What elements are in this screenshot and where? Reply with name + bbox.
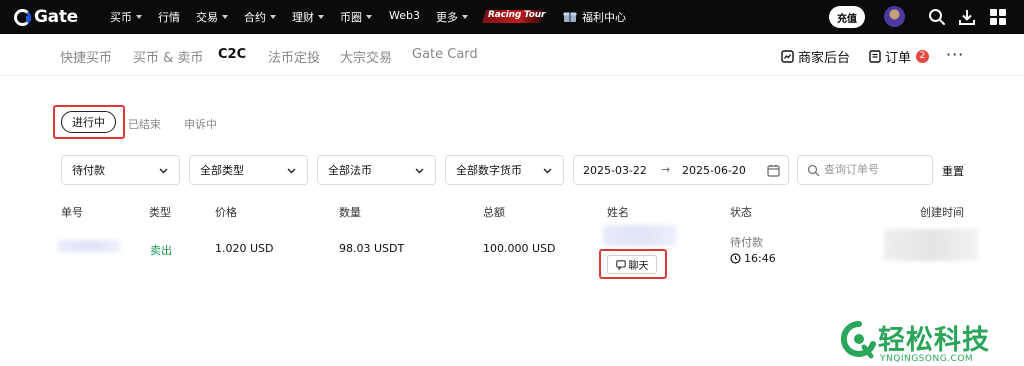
date-range-picker[interactable]: 2025-03-22 → 2025-06-20 [573, 155, 789, 185]
countdown-value: 16:46 [744, 252, 776, 265]
date-to[interactable]: 2025-06-20 [682, 164, 746, 177]
watermark-logo-icon [840, 320, 876, 359]
nav-item-trade[interactable]: 交易 [196, 9, 228, 25]
nav-label: 币圈 [340, 11, 362, 24]
orders-label: 订单 [885, 51, 912, 66]
order-type-value: 全部类型 [200, 164, 244, 177]
nav-label: 更多 [436, 11, 458, 24]
order-status-cell: 待付款 [730, 236, 763, 249]
column-header-order-no: 单号 [61, 206, 83, 219]
reset-button[interactable]: 重置 [942, 163, 964, 179]
payment-status-value: 待付款 [72, 164, 105, 177]
clock-icon [730, 253, 741, 264]
top-navigation-bar: Gate 买币 行情 交易 合约 理财 币圈 Web3 更多 Racing To… [0, 0, 1024, 34]
merchant-backend-link[interactable]: 商家后台 [781, 47, 850, 66]
orders-link[interactable]: 订单 2 [869, 47, 930, 66]
counterparty-name-redacted [603, 225, 677, 246]
more-options-icon[interactable]: ··· [946, 45, 964, 64]
download-icon[interactable] [958, 8, 976, 26]
gift-icon [563, 12, 577, 22]
tab-appeal[interactable]: 申诉中 [184, 116, 217, 132]
arrow-right-icon: → [661, 163, 671, 176]
nav-label: 福利中心 [582, 11, 626, 24]
watermark-en-text: YNQINGSONG.COM [880, 354, 974, 364]
highlight-box-in-progress [53, 105, 125, 139]
highlight-box-chat [599, 249, 667, 279]
nav-item-markets[interactable]: 行情 [158, 9, 180, 25]
calendar-icon [767, 164, 780, 177]
tab-fiat-auto-invest[interactable]: 法币定投 [268, 47, 320, 66]
nav-item-futures[interactable]: 合约 [244, 9, 276, 25]
chevron-down-icon [287, 168, 296, 174]
chevron-down-icon [462, 15, 468, 19]
order-type-cell: 卖出 [150, 244, 172, 257]
column-header-status: 状态 [730, 206, 752, 219]
payment-countdown: 16:46 [730, 252, 776, 265]
nav-item-community[interactable]: 币圈 [340, 9, 372, 25]
nav-label: 行情 [158, 11, 180, 24]
chevron-down-icon [318, 15, 324, 19]
order-search-box [797, 155, 933, 185]
nav-label: 理财 [292, 11, 314, 24]
racing-tour-banner[interactable]: Racing Tour [481, 10, 546, 23]
fiat-value: 全部法币 [328, 164, 372, 177]
column-header-total: 总额 [483, 206, 505, 219]
tab-block-trade[interactable]: 大宗交易 [340, 47, 392, 66]
tab-quick-buy[interactable]: 快捷买币 [60, 47, 112, 66]
nav-item-buy-crypto[interactable]: 买币 [110, 9, 142, 25]
gate-logo-icon [14, 8, 31, 26]
racing-tour-label: Racing Tour [488, 10, 546, 20]
order-list-icon [869, 50, 881, 63]
crypto-select[interactable]: 全部数字货币 [445, 155, 564, 185]
c2c-sub-navigation: 快捷买币 买币 & 卖币 C2C 法币定投 大宗交易 Gate Card 商家后… [0, 34, 1024, 76]
chevron-down-icon [270, 15, 276, 19]
nav-label: Web3 [389, 9, 420, 22]
chart-box-icon [781, 50, 794, 63]
tab-ended[interactable]: 已结束 [128, 116, 161, 132]
chevron-down-icon [222, 15, 228, 19]
nav-label: 合约 [244, 11, 266, 24]
column-header-type: 类型 [149, 206, 171, 219]
created-time-redacted [884, 229, 978, 261]
watermark-cn-text: 轻松科技 [878, 325, 990, 356]
tab-gate-card[interactable]: Gate Card [412, 47, 478, 62]
user-avatar[interactable] [884, 6, 905, 27]
watermark: 轻松科技 YNQINGSONG.COM [840, 316, 1024, 366]
column-header-name: 姓名 [607, 206, 629, 219]
payment-status-select[interactable]: 待付款 [61, 155, 180, 185]
nav-label: 交易 [196, 11, 218, 24]
nav-item-welfare-center[interactable]: 福利中心 [582, 9, 626, 25]
chevron-down-icon [543, 168, 552, 174]
order-number-redacted[interactable] [58, 240, 120, 252]
gate-logo[interactable]: Gate [14, 6, 78, 28]
column-header-created-time: 创建时间 [920, 206, 964, 219]
chevron-down-icon [159, 168, 168, 174]
date-from[interactable]: 2025-03-22 [583, 164, 647, 177]
column-header-quantity: 数量 [339, 206, 361, 219]
search-icon[interactable] [928, 8, 946, 26]
order-type-select[interactable]: 全部类型 [189, 155, 308, 185]
quantity-cell: 98.03 USDT [339, 242, 405, 255]
tab-c2c[interactable]: C2C [218, 47, 246, 62]
gate-logo-text: Gate [34, 7, 78, 27]
order-number-input[interactable] [824, 163, 924, 176]
orders-count-badge: 2 [916, 50, 930, 63]
nav-item-more[interactable]: 更多 [436, 9, 468, 25]
merchant-backend-label: 商家后台 [798, 51, 851, 66]
crypto-value: 全部数字货币 [456, 164, 522, 177]
search-icon [807, 164, 820, 177]
deposit-button[interactable]: 充值 [829, 6, 865, 28]
nav-item-earn[interactable]: 理财 [292, 9, 324, 25]
fiat-select[interactable]: 全部法币 [317, 155, 436, 185]
nav-item-web3[interactable]: Web3 [389, 9, 420, 22]
total-cell: 100.000 USD [483, 242, 556, 255]
grid-icon[interactable] [989, 8, 1007, 26]
column-header-price: 价格 [215, 206, 237, 219]
chevron-down-icon [136, 15, 142, 19]
tab-buy-sell[interactable]: 买币 & 卖币 [133, 47, 203, 66]
price-cell: 1.020 USD [215, 242, 274, 255]
chevron-down-icon [415, 168, 424, 174]
nav-label: 买币 [110, 11, 132, 24]
chevron-down-icon [366, 15, 372, 19]
